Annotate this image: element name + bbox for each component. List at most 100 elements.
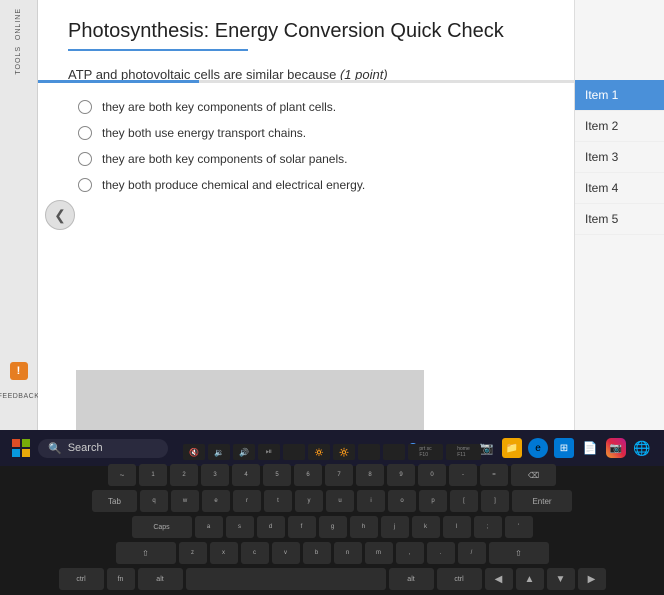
fn-key-home[interactable]: homeF11 [446,444,481,460]
key-ctrl-right[interactable]: ctrl [437,568,482,590]
radio-option-4[interactable] [78,178,92,192]
key-m[interactable]: m [365,542,393,564]
key-b[interactable]: b [303,542,331,564]
key-bracket-close[interactable]: ] [481,490,509,512]
option-item-3[interactable]: they are both key components of solar pa… [78,152,544,166]
key-8[interactable]: 8 [356,464,384,486]
key-2[interactable]: 2 [170,464,198,486]
key-arrow-down[interactable]: ▼ [547,568,575,590]
item-entry-5[interactable]: Item 5 [575,204,664,235]
key-shift-right[interactable]: ⇧ [489,542,549,564]
online-label: ONLINE [15,8,22,40]
key-equals[interactable]: = [480,464,508,486]
key-arrow-left[interactable]: ◀ [485,568,513,590]
key-tab[interactable]: Tab [92,490,137,512]
key-r[interactable]: r [233,490,261,512]
key-p[interactable]: p [419,490,447,512]
key-9[interactable]: 9 [387,464,415,486]
folder-icon[interactable]: 📁 [502,438,522,458]
key-1[interactable]: 1 [139,464,167,486]
back-button[interactable]: ❮ [45,200,75,230]
radio-option-3[interactable] [78,152,92,166]
key-n[interactable]: n [334,542,362,564]
key-d[interactable]: d [257,516,285,538]
key-l[interactable]: l [443,516,471,538]
options-list: they are both key components of plant ce… [78,100,544,192]
taskbar-search[interactable]: 🔍 Search [38,439,168,458]
key-c[interactable]: c [241,542,269,564]
item-entry-1[interactable]: Item 1 [575,80,664,111]
fn-key-bright-down[interactable]: 🔅 [308,444,330,460]
key-j[interactable]: j [381,516,409,538]
option-item-4[interactable]: they both produce chemical and electrica… [78,178,544,192]
key-y[interactable]: y [295,490,323,512]
key-4[interactable]: 4 [232,464,260,486]
key-enter[interactable]: Enter [512,490,572,512]
chrome-icon[interactable]: 🌐 [632,438,652,458]
key-tilde[interactable]: ~ [108,464,136,486]
key-quote[interactable]: ' [505,516,533,538]
fn-key-f8[interactable] [358,444,380,460]
fn-key-mute[interactable]: 🔇 [183,444,205,460]
key-arrow-right[interactable]: ▶ [578,568,606,590]
key-space[interactable] [186,568,386,590]
key-arrow-up[interactable]: ▲ [516,568,544,590]
fn-key-play[interactable]: ⏯ [258,444,280,460]
key-alt-right[interactable]: alt [389,568,434,590]
file-icon[interactable]: 📄 [580,438,600,458]
key-0[interactable]: 0 [418,464,446,486]
key-k[interactable]: k [412,516,440,538]
fn-key-f9[interactable] [383,444,405,460]
fn-key-prtsc[interactable]: prt scF10 [408,444,443,460]
item-entry-4[interactable]: Item 4 [575,173,664,204]
key-slash[interactable]: / [458,542,486,564]
key-z[interactable]: z [179,542,207,564]
key-w[interactable]: w [171,490,199,512]
key-v[interactable]: v [272,542,300,564]
key-g[interactable]: g [319,516,347,538]
option-text-2: they both use energy transport chains. [102,126,306,140]
fn-key-vol-down[interactable]: 🔉 [208,444,230,460]
option-item-1[interactable]: they are both key components of plant ce… [78,100,544,114]
key-alt-left[interactable]: alt [138,568,183,590]
key-x[interactable]: x [210,542,238,564]
key-period[interactable]: . [427,542,455,564]
item-entry-3[interactable]: Item 3 [575,142,664,173]
browser-icon[interactable]: e [528,438,548,458]
key-e[interactable]: e [202,490,230,512]
option-item-2[interactable]: they both use energy transport chains. [78,126,544,140]
key-o[interactable]: o [388,490,416,512]
key-a[interactable]: a [195,516,223,538]
key-caps[interactable]: Caps [132,516,192,538]
instagram-icon[interactable]: 📷 [606,438,626,458]
key-backspace[interactable]: ⌫ [511,464,556,486]
key-semicolon[interactable]: ; [474,516,502,538]
key-ctrl-left[interactable]: ctrl [59,568,104,590]
key-3[interactable]: 3 [201,464,229,486]
key-u[interactable]: u [326,490,354,512]
key-f[interactable]: f [288,516,316,538]
key-6[interactable]: 6 [294,464,322,486]
alert-icon[interactable]: ! [10,362,28,380]
key-t[interactable]: t [264,490,292,512]
key-bracket-open[interactable]: [ [450,490,478,512]
key-h[interactable]: h [350,516,378,538]
radio-option-1[interactable] [78,100,92,114]
key-fn[interactable]: fn [107,568,135,590]
key-s[interactable]: s [226,516,254,538]
key-7[interactable]: 7 [325,464,353,486]
store-icon[interactable]: ⊞ [554,438,574,458]
windows-start-button[interactable] [12,439,30,457]
key-minus[interactable]: - [449,464,477,486]
fn-key-f5[interactable] [283,444,305,460]
key-5[interactable]: 5 [263,464,291,486]
key-i[interactable]: i [357,490,385,512]
search-text: Search [68,442,103,454]
key-q[interactable]: q [140,490,168,512]
key-shift-left[interactable]: ⇧ [116,542,176,564]
key-comma[interactable]: , [396,542,424,564]
item-entry-2[interactable]: Item 2 [575,111,664,142]
fn-key-bright-up[interactable]: 🔆 [333,444,355,460]
radio-option-2[interactable] [78,126,92,140]
fn-key-vol-up[interactable]: 🔊 [233,444,255,460]
